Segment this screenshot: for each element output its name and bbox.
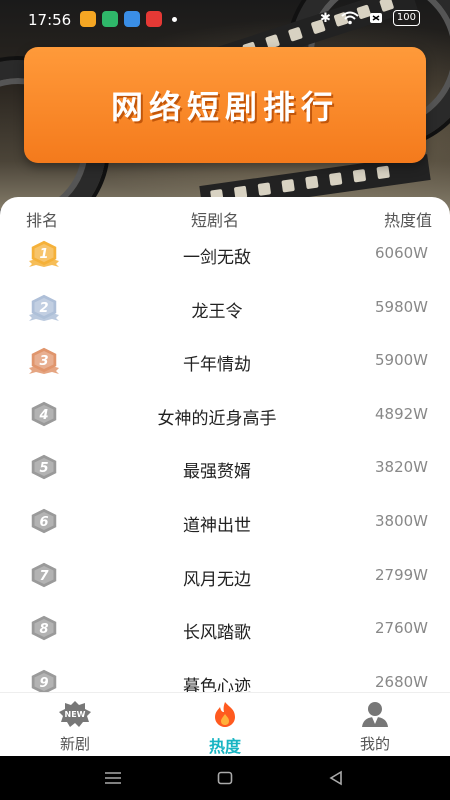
heat-value: 2760W <box>374 619 428 638</box>
heat-value: 6060W <box>374 244 428 262</box>
tab-mine[interactable]: 我的 <box>315 699 435 754</box>
tab-label: 我的 <box>359 735 390 753</box>
table-row[interactable]: 9 暮色心迹 2680W <box>0 656 450 692</box>
heat-value: 3800W <box>374 512 428 530</box>
weibo-app-icon <box>80 11 96 27</box>
no-sim-icon <box>369 13 382 23</box>
ranking-panel: 排名 短剧名 热度值 1 一剑无敌 6060W 2 龙王令 5980W 3 千年情劫 5900W… <box>0 197 450 692</box>
heat-value: 2680W <box>374 672 428 691</box>
table-row[interactable]: 1 一剑无敌 6060W <box>0 227 450 281</box>
video-app-icon <box>146 11 162 27</box>
svg-text:NEW: NEW <box>65 710 86 719</box>
user-icon <box>315 699 435 729</box>
table-row[interactable]: 4 女神的近身高手 4892W <box>0 388 450 442</box>
more-notifications-icon <box>172 17 177 22</box>
system-icons: ✱ 100 <box>320 10 420 26</box>
wifi-icon <box>341 11 359 25</box>
drama-name: 风月无边 <box>183 569 251 590</box>
battery-icon: 100 <box>392 10 420 26</box>
home-icon <box>217 771 233 785</box>
status-bar: 17:56 ✱ 100 <box>0 0 450 38</box>
home-nav-button[interactable] <box>215 768 235 788</box>
table-row[interactable]: 6 道神出世 3800W <box>0 495 450 549</box>
heat-value: 4892W <box>374 404 428 423</box>
table-row[interactable]: 7 风月无边 2799W <box>0 549 450 603</box>
back-icon <box>329 770 342 786</box>
drama-name: 长风踏歌 <box>183 623 251 644</box>
ranking-banner: 网络短剧排行 <box>24 47 426 163</box>
banner-title: 网络短剧排行 <box>110 88 339 126</box>
heat-value: 5980W <box>374 297 428 316</box>
app-notification-icon <box>102 11 118 27</box>
drama-name: 道神出世 <box>183 516 251 536</box>
heat-value: 3820W <box>374 458 428 477</box>
bluetooth-icon: ✱ <box>320 10 331 26</box>
menu-nav-button[interactable] <box>103 768 123 788</box>
drama-name: 暮色心迹 <box>183 676 251 692</box>
table-row[interactable]: 8 长风踏歌 2760W <box>0 602 450 656</box>
tab-label: 热度 <box>208 737 241 756</box>
drama-name: 千年情劫 <box>183 355 251 376</box>
system-nav-bar <box>0 756 450 800</box>
drama-name: 龙王令 <box>191 301 243 322</box>
menu-icon <box>105 772 121 784</box>
bottom-tab-bar: NEW 新剧 热度 我的 <box>0 692 450 757</box>
notification-icons <box>80 11 177 27</box>
tab-label: 新剧 <box>59 735 90 753</box>
table-row[interactable]: 3 千年情劫 5900W <box>0 334 450 388</box>
back-nav-button[interactable] <box>326 768 346 788</box>
heat-value: 5900W <box>374 351 428 370</box>
drama-name: 女神的近身高手 <box>157 408 277 429</box>
table-row[interactable]: 5 最强赘婿 3820W <box>0 441 450 495</box>
app-notification-icon <box>124 11 140 27</box>
drama-name: 一剑无敌 <box>183 248 251 268</box>
heat-value: 2799W <box>374 565 428 584</box>
table-row[interactable]: 2 龙王令 5980W <box>0 281 450 335</box>
tab-heat[interactable]: 热度 <box>165 699 285 757</box>
drama-name: 最强赘婿 <box>183 462 251 483</box>
tab-new[interactable]: NEW 新剧 <box>15 699 135 754</box>
status-time: 17:56 <box>28 11 72 29</box>
new-badge-icon: NEW <box>15 699 135 729</box>
flame-icon <box>165 699 285 729</box>
